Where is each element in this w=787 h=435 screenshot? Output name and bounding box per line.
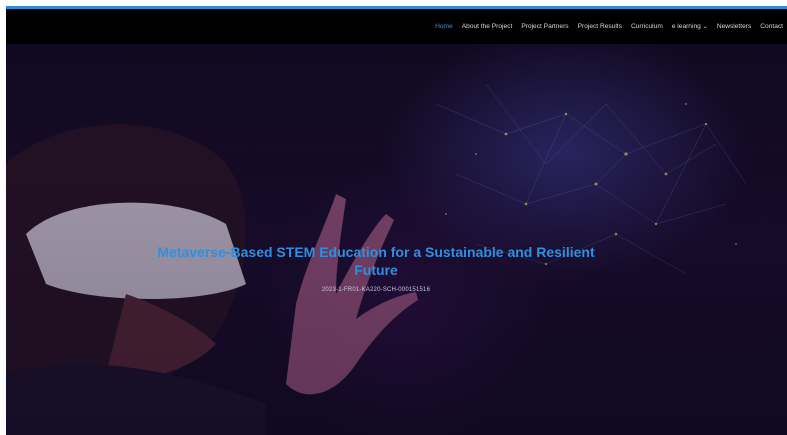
nav-project-results[interactable]: Project Results [578,23,622,30]
nav-home[interactable]: Home [435,23,453,30]
site-header: Home About the Project Project Partners … [6,9,787,44]
hero-section: Metaverse-Based STEM Education for a Sus… [6,44,787,435]
nav-curriculum[interactable]: Curriculum [631,23,663,30]
nav-about-the-project[interactable]: About the Project [462,23,513,30]
project-code: 2023-1-FR01-KA220-SCH-000151516 [321,287,431,293]
nav-contact[interactable]: Contact [760,23,783,30]
hero-title: Metaverse-Based STEM Education for a Sus… [157,244,595,278]
nav-newsletters[interactable]: Newsletters [717,23,751,30]
chevron-down-icon: ⌄ [702,24,708,30]
nav-project-partners[interactable]: Project Partners [521,23,568,30]
page-frame: Home About the Project Project Partners … [6,6,787,435]
hero-overlay [6,44,787,435]
top-accent-line [6,6,787,9]
nav-e-learning[interactable]: e learning ⌄ [672,23,708,30]
